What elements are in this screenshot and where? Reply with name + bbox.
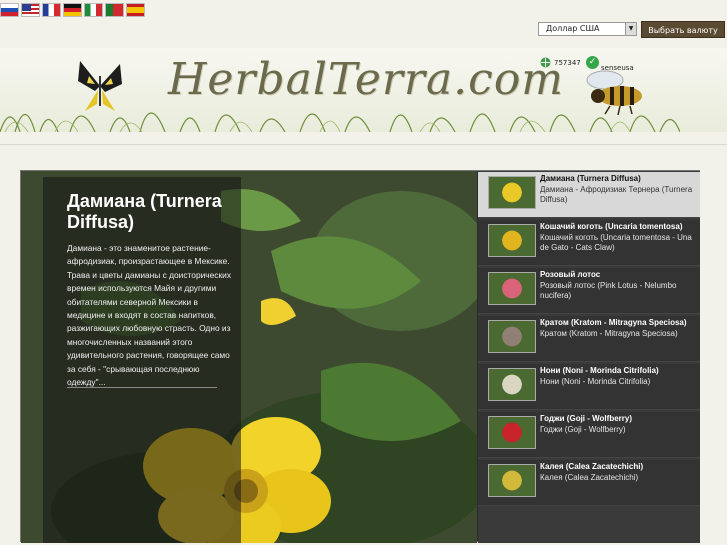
slide-description: Дамиана - это знаменитое растение-афроди…	[67, 243, 232, 388]
thumbnail-description: Калея (Calea Zacatechichi)	[540, 473, 639, 482]
slider-thumbnail[interactable]: Кошачий коготь (Uncaria tomentosa) Кошачи…	[478, 220, 700, 266]
thumbnail-description: Кошачий коготь (Uncaria tomentosa - Una …	[540, 233, 692, 252]
currency-select[interactable]: Доллар США ▼	[538, 22, 637, 36]
flag-es-icon[interactable]	[126, 3, 145, 17]
slide-title[interactable]: Дамиана (Turnera Diffusa)	[67, 191, 257, 233]
site-header: HerbalTerra.com 757347 ✓ senseusa	[0, 48, 727, 132]
slide-caption: Дамиана (Turnera Diffusa) Дамиана - это …	[43, 177, 241, 543]
bee-icon	[586, 70, 642, 116]
site-logo[interactable]: HerbalTerra.com	[168, 54, 564, 105]
language-flags	[0, 3, 145, 17]
thumbnail-title: Нони (Noni - Morinda Citrifolia)	[540, 366, 659, 375]
leaf-icon	[540, 57, 551, 68]
thumbnail-title: Дамиана (Turnera Diffusa)	[540, 174, 641, 183]
thumbnail-description: Дамиана - Афродизиак Тернера (Turnera Di…	[540, 185, 693, 204]
flag-us-icon[interactable]	[21, 3, 40, 17]
visitor-count: 757347	[554, 58, 581, 67]
slider-thumbnail[interactable]: Нони (Noni - Morinda Citrifolia) Нони (No…	[478, 364, 700, 410]
thumbnail-description: Годжи (Goji - Wolfberry)	[540, 425, 626, 434]
flag-ru-icon[interactable]	[0, 3, 19, 17]
caption-divider	[67, 387, 217, 388]
featured-slider: Дамиана (Turnera Diffusa) Дамиана - это …	[20, 170, 700, 543]
slide-image[interactable]: Дамиана (Turnera Diffusa) Дамиана - это …	[21, 171, 477, 543]
slider-thumbnail[interactable]: Кратом (Kratom - Mitragyna Speciosa) Крат…	[478, 316, 700, 362]
slider-thumbnail[interactable]: Дамиана (Turnera Diffusa) Дамиана - Афрод…	[478, 172, 700, 218]
thumbnail-image	[488, 368, 536, 401]
thumbnail-title: Кратом (Kratom - Mitragyna Speciosa)	[540, 318, 687, 327]
choose-currency-button[interactable]: Выбрать валюту	[641, 21, 725, 38]
thumbnail-description: Розовый лотос (Pink Lotus - Nelumbo nuci…	[540, 281, 677, 300]
slider-thumbnail[interactable]: Годжи (Goji - Wolfberry) Годжи (Goji - Wo…	[478, 412, 700, 458]
flag-pt-icon[interactable]	[105, 3, 124, 17]
thumbnail-description: Кратом (Kratom - Mitragyna Speciosa)	[540, 329, 678, 338]
butterfly-icon	[78, 61, 122, 111]
slider-thumbnail[interactable]: Калея (Calea Zacatechichi) Калея (Calea Z…	[478, 460, 700, 506]
thumbnail-title: Годжи (Goji - Wolfberry)	[540, 414, 632, 423]
thumbnail-image	[488, 416, 536, 449]
thumbnail-list: Дамиана (Turnera Diffusa) Дамиана - Афрод…	[478, 171, 700, 543]
thumbnail-description: Нони (Noni - Morinda Citrifolia)	[540, 377, 651, 386]
thumbnail-image	[488, 320, 536, 353]
thumbnail-image	[488, 464, 536, 497]
flag-de-icon[interactable]	[63, 3, 82, 17]
visitor-counter: 757347	[540, 57, 581, 68]
flag-fr-icon[interactable]	[42, 3, 61, 17]
thumbnail-title: Кошачий коготь (Uncaria tomentosa)	[540, 222, 683, 231]
thumbnail-image	[488, 176, 536, 209]
thumbnail-title: Розовый лотос	[540, 270, 601, 279]
flag-it-icon[interactable]	[84, 3, 103, 17]
thumbnail-image	[488, 224, 536, 257]
slider-thumbnail[interactable]: Розовый лотос Розовый лотос (Pink Lotus -…	[478, 268, 700, 314]
chevron-down-icon: ▼	[625, 23, 636, 35]
thumbnail-title: Калея (Calea Zacatechichi)	[540, 462, 644, 471]
thumbnail-image	[488, 272, 536, 305]
currency-selected-value: Доллар США	[546, 24, 600, 33]
